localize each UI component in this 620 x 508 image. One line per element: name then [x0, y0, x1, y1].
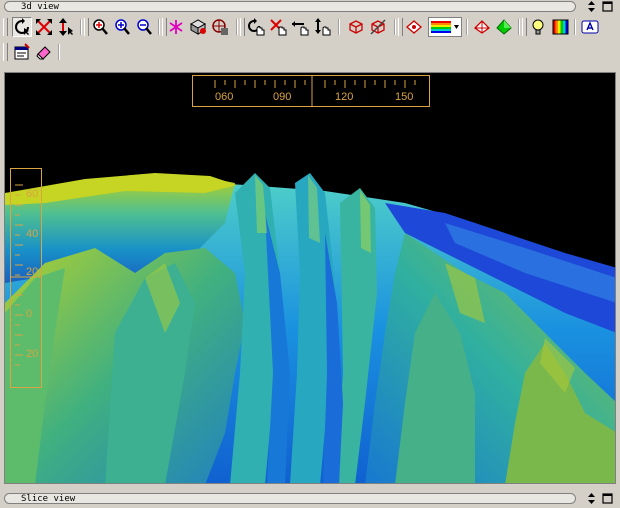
toolbar-separator [236, 19, 238, 35]
light-icon [189, 19, 207, 35]
color-bar-icon [552, 19, 569, 35]
hide-surface-icon [370, 19, 386, 35]
toolbar-grip[interactable] [3, 43, 8, 61]
up-down-arrows-icon[interactable] [586, 493, 597, 504]
color-surface-icon [406, 20, 422, 34]
depth-scale-bar: 60 40 20 0 20 [10, 168, 42, 388]
toolbar-separator [394, 19, 396, 35]
depth-tick-label: 40 [26, 228, 39, 240]
up-down-arrows-icon[interactable] [586, 1, 597, 12]
shade-off-button[interactable] [472, 17, 492, 37]
horizontal-hand-button[interactable] [290, 17, 310, 37]
toolbar-grip[interactable] [398, 18, 403, 36]
lightbulb-icon [532, 19, 544, 35]
properties-icon [14, 43, 30, 60]
rotate-hand-icon [248, 18, 265, 36]
color-surface-button[interactable] [404, 17, 424, 37]
zoom-in-button[interactable] [112, 17, 132, 37]
zoom-in-icon [115, 19, 130, 35]
zoom-z-tool-icon [59, 18, 73, 36]
3d-terrain-view[interactable] [4, 72, 616, 484]
eraser-icon [36, 46, 51, 60]
rotate-tool-icon [15, 18, 29, 35]
compass-tick-label: 150 [395, 91, 414, 103]
wireframe-button[interactable] [346, 17, 366, 37]
toolbar-separator [158, 19, 160, 35]
text-label-button[interactable] [580, 17, 600, 37]
panel-title-slice-view[interactable]: Slice view [4, 493, 576, 504]
lightbulb-button[interactable] [528, 17, 548, 37]
wireframe-icon [349, 20, 363, 34]
vertical-hand-button[interactable] [312, 17, 332, 37]
text-label-icon [581, 20, 599, 34]
maximize-icon[interactable] [602, 1, 613, 12]
main-toolbar [0, 15, 620, 39]
zoom-z-tool-button[interactable] [56, 17, 76, 37]
pick-point-button[interactable] [166, 17, 186, 37]
shade-on-button[interactable] [494, 17, 514, 37]
toolbar-separator [58, 44, 60, 60]
maximize-icon[interactable] [602, 493, 613, 504]
zoom-out-icon [137, 19, 152, 35]
secondary-toolbar [0, 40, 620, 64]
eraser-button[interactable] [34, 42, 54, 62]
color-bar-button[interactable] [550, 17, 570, 37]
render-mode-button[interactable] [210, 17, 230, 37]
toolbar-grip[interactable] [240, 18, 245, 36]
rotate-hand-button[interactable] [246, 17, 266, 37]
rotate-tool-button[interactable] [12, 17, 32, 37]
depth-tick-label: 0 [26, 308, 33, 320]
compass-tick-label: 120 [335, 91, 354, 103]
render-mode-icon [212, 19, 228, 35]
toolbar-separator [466, 19, 468, 35]
toolbar-separator [338, 19, 340, 35]
pan-hand-icon [270, 19, 287, 36]
depth-tick-label: 60 [26, 188, 39, 200]
shade-off-icon [473, 20, 491, 34]
pan-hand-button[interactable] [268, 17, 288, 37]
bottom-panel-title-bar: Slice view [0, 492, 620, 506]
zoom-xy-tool-icon [36, 19, 52, 35]
hide-surface-button[interactable] [368, 17, 388, 37]
toolbar-grip[interactable] [3, 18, 8, 36]
toolbar-separator [80, 19, 82, 35]
light-button[interactable] [188, 17, 208, 37]
horizontal-hand-icon [292, 21, 309, 36]
compass-tick-label: 090 [273, 91, 292, 103]
pick-point-icon [169, 20, 183, 34]
compass-tick-label: 060 [215, 91, 234, 103]
colormap-dropdown-icon [431, 21, 459, 33]
toolbar-separator [574, 19, 576, 35]
toolbar-grip[interactable] [84, 18, 89, 36]
zoom-all-button[interactable] [90, 17, 110, 37]
toolbar-grip[interactable] [522, 18, 527, 36]
bathymetry-terrain-render [5, 173, 615, 483]
panel-title-3d-view[interactable]: 3d view [4, 1, 576, 12]
top-panel-title-bar: 3d view [0, 0, 620, 14]
depth-tick-label: 20 [26, 348, 39, 360]
zoom-xy-tool-button[interactable] [34, 17, 54, 37]
zoom-out-button[interactable] [134, 17, 154, 37]
depth-tick-label: 20 [26, 266, 39, 278]
colormap-dropdown[interactable] [428, 17, 462, 37]
zoom-all-icon [93, 19, 108, 35]
toolbar-separator [518, 19, 520, 35]
vertical-hand-icon [315, 18, 331, 36]
shade-on-icon [496, 19, 512, 35]
properties-button[interactable] [12, 42, 32, 62]
heading-compass-scale: 060 090 120 150 [192, 75, 430, 107]
